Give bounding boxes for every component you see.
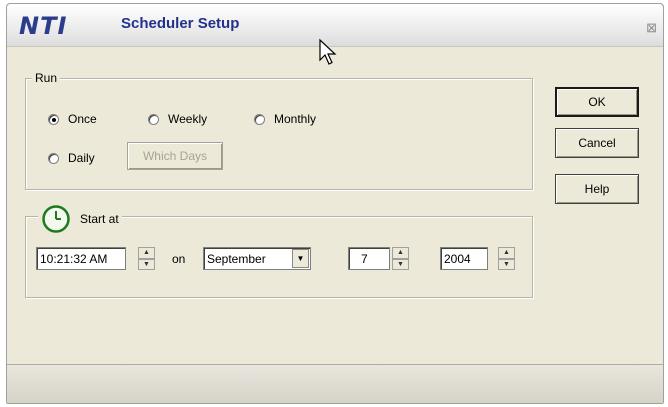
status-bar [7, 364, 663, 403]
run-group: Run Once Weekly Monthly Daily Which Days [25, 71, 533, 190]
clock-icon [42, 205, 70, 233]
mouse-pointer-icon [319, 38, 337, 65]
radio-daily-label: Daily [68, 151, 95, 165]
day-up-icon[interactable]: ▲ [392, 247, 409, 259]
year-input[interactable]: 2004 [440, 247, 488, 270]
year-spinner[interactable]: ▲ ▼ [498, 247, 515, 270]
month-dropdown-arrow-icon[interactable]: ▼ [292, 249, 309, 268]
time-up-icon[interactable]: ▲ [138, 247, 155, 259]
radio-weekly-indicator[interactable] [148, 113, 159, 125]
radio-daily[interactable]: Daily [48, 151, 95, 165]
time-spinner[interactable]: ▲ ▼ [138, 247, 155, 270]
ok-button[interactable]: OK [555, 87, 639, 117]
which-days-button[interactable]: Which Days [127, 142, 223, 170]
radio-daily-indicator[interactable] [48, 152, 59, 164]
time-down-icon[interactable]: ▼ [138, 258, 155, 270]
on-label: on [172, 252, 186, 266]
day-down-icon[interactable]: ▼ [392, 258, 409, 270]
start-at-group: Start at 10:21:32 AM ▲ ▼ on September ▼ … [25, 204, 533, 298]
start-at-legend: Start at [38, 204, 122, 234]
radio-monthly-indicator[interactable] [254, 113, 265, 125]
year-down-icon[interactable]: ▼ [498, 258, 515, 270]
start-at-label: Start at [80, 212, 119, 226]
help-button[interactable]: Help [555, 174, 639, 204]
start-time-input[interactable]: 10:21:32 AM [36, 247, 126, 270]
nti-logo: NTI [19, 12, 68, 40]
window-title: Scheduler Setup [121, 15, 240, 32]
radio-monthly[interactable]: Monthly [254, 112, 316, 126]
radio-weekly[interactable]: Weekly [148, 112, 207, 126]
radio-monthly-label: Monthly [274, 112, 317, 126]
close-icon[interactable]: ⊠ [646, 20, 657, 36]
cancel-button[interactable]: Cancel [555, 128, 639, 158]
day-spinner[interactable]: ▲ ▼ [392, 247, 409, 270]
radio-once-indicator[interactable] [48, 113, 59, 125]
run-legend: Run [32, 71, 61, 85]
year-up-icon[interactable]: ▲ [498, 247, 515, 259]
radio-once-label: Once [68, 112, 97, 126]
radio-once[interactable]: Once [48, 112, 97, 126]
radio-weekly-label: Weekly [168, 112, 208, 126]
day-input[interactable]: 7 [348, 247, 390, 270]
